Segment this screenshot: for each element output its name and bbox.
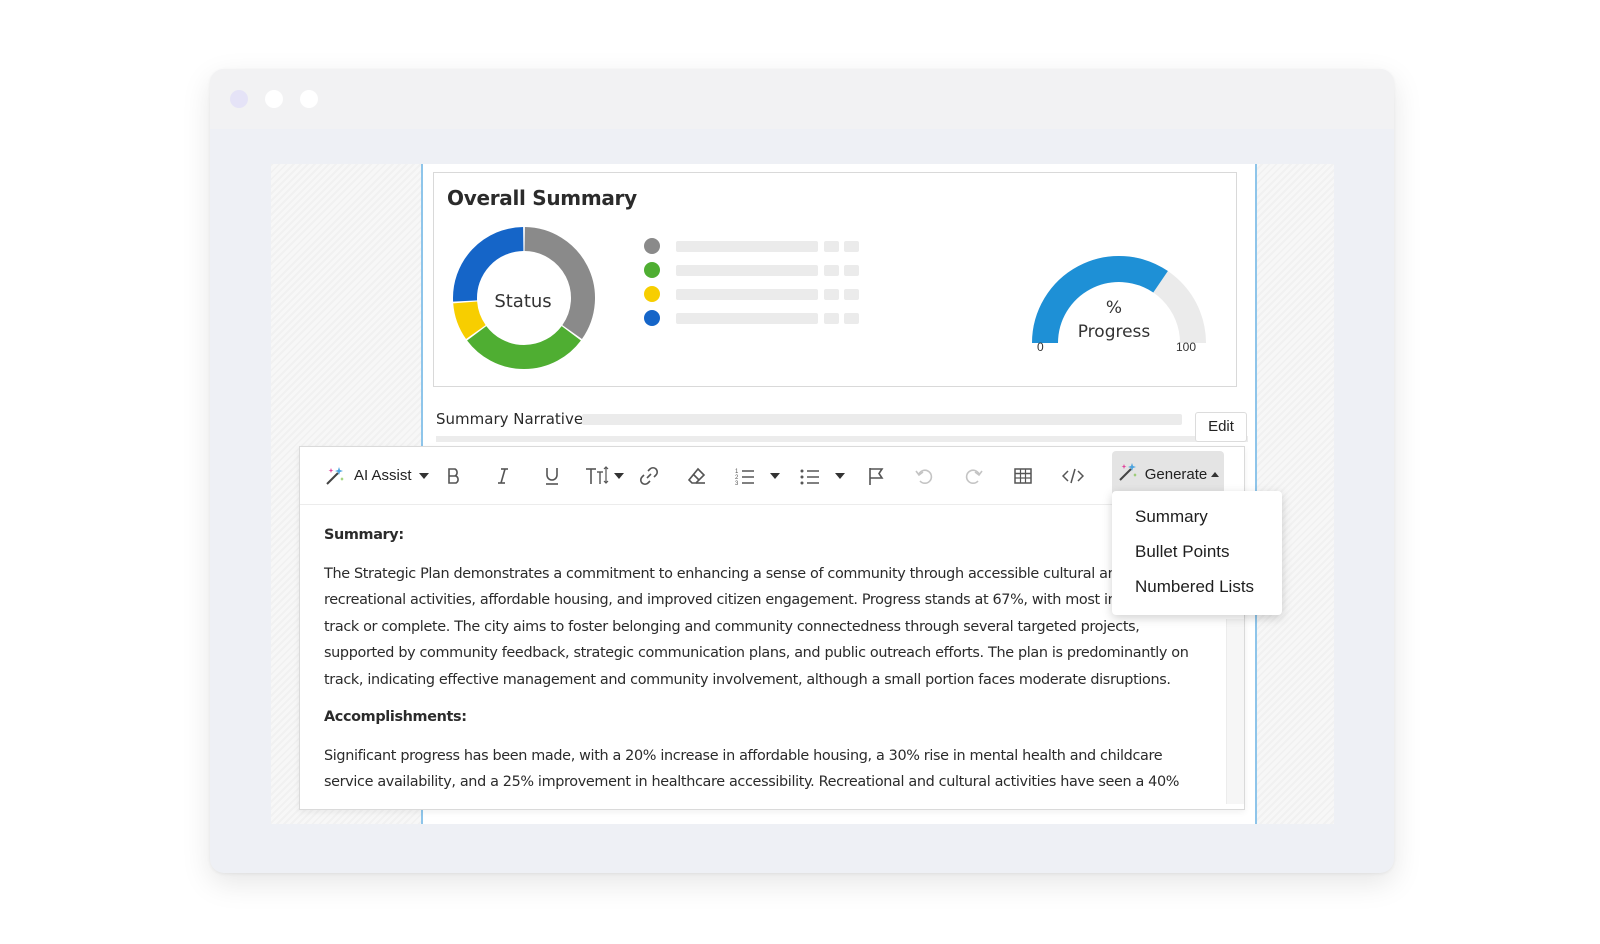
legend-item: [644, 235, 884, 259]
undo-button[interactable]: [914, 447, 934, 504]
window-close-dot[interactable]: [230, 90, 248, 108]
underline-icon: [542, 466, 562, 486]
text-line: Significant progress has been made, with…: [324, 747, 1163, 764]
legend-placeholder-chip: [824, 265, 839, 276]
editor-scrollbar[interactable]: [1226, 619, 1244, 804]
gauge-max-label: 100: [1176, 340, 1197, 354]
text-line: recreational activities, affordable hous…: [324, 592, 1192, 608]
legend-swatch: [644, 310, 660, 326]
magic-wand-icon: [324, 465, 346, 487]
flag-icon: [866, 466, 886, 486]
legend-placeholder-chip: [824, 313, 839, 324]
gauge-label: % Progress: [1059, 296, 1169, 344]
chevron-down-icon: [418, 472, 429, 479]
legend-placeholder-chip: [844, 241, 859, 252]
text-size-button[interactable]: [585, 447, 624, 504]
gauge-percent-symbol: %: [1105, 298, 1123, 318]
legend-placeholder-chip: [844, 289, 859, 300]
legend-swatch: [644, 262, 660, 278]
status-legend: [644, 235, 884, 331]
redo-button[interactable]: [964, 447, 984, 504]
ai-assist-button[interactable]: AI Assist: [324, 447, 429, 504]
legend-placeholder-bar: [676, 313, 818, 324]
edit-button[interactable]: Edit: [1195, 412, 1247, 442]
donut-center-label: Status: [494, 291, 552, 312]
bullet-list-icon: [799, 466, 821, 486]
legend-item: [644, 307, 884, 331]
magic-wand-icon: [1117, 461, 1139, 487]
chevron-down-icon: [614, 472, 624, 479]
card-title: Overall Summary: [447, 186, 637, 210]
link-icon: [639, 466, 659, 486]
legend-placeholder-chip: [824, 241, 839, 252]
gauge-progress-text: Progress: [1077, 322, 1151, 342]
code-icon: [1062, 466, 1084, 486]
text-line: supported by community feedback, strateg…: [324, 645, 1189, 661]
underline-button[interactable]: [542, 447, 562, 504]
window-minimize-dot[interactable]: [265, 90, 283, 108]
legend-placeholder-chip: [844, 313, 859, 324]
numbered-list-icon: 123: [734, 466, 756, 486]
narrative-placeholder-bar-2: [436, 436, 1248, 442]
table-icon: [1013, 466, 1033, 486]
text-line: The Strategic Plan demonstrates a commit…: [324, 565, 1126, 582]
italic-button[interactable]: [493, 447, 513, 504]
table-button[interactable]: [1013, 447, 1033, 504]
legend-placeholder-bar: [676, 289, 818, 300]
legend-placeholder-bar: [676, 241, 818, 252]
flag-button[interactable]: [866, 447, 886, 504]
legend-placeholder-chip: [844, 265, 859, 276]
code-view-button[interactable]: [1062, 447, 1084, 504]
text-size-icon: [585, 465, 611, 486]
text-line: track, indicating effective management a…: [324, 671, 1171, 688]
redo-icon: [964, 466, 984, 486]
clear-format-button[interactable]: [687, 447, 707, 504]
legend-swatch: [644, 238, 660, 254]
bold-icon: [444, 466, 464, 486]
donut-segment-3: [453, 300, 486, 340]
rich-text-editor[interactable]: AI Assist 123 Generate Summary: The Stra…: [299, 446, 1245, 810]
accomplishments-paragraph: Significant progress has been made, with…: [324, 743, 1204, 796]
numbered-list-button[interactable]: 123: [734, 447, 780, 504]
undo-icon: [914, 466, 934, 486]
legend-placeholder-chip: [824, 289, 839, 300]
menu-item-numbered-lists[interactable]: Numbered Lists: [1135, 574, 1254, 600]
legend-swatch: [644, 286, 660, 302]
text-line: service availability, and a 25% improvem…: [324, 774, 1180, 790]
chevron-down-icon: [835, 472, 845, 479]
legend-item: [644, 283, 884, 307]
summary-narrative-label: Summary Narrative: [436, 410, 584, 428]
link-button[interactable]: [639, 447, 659, 504]
gauge-min-label: 0: [1037, 340, 1044, 354]
window-maximize-dot[interactable]: [300, 90, 318, 108]
overall-summary-card: Overall Summary Status % Progress 0 100: [433, 172, 1237, 387]
generate-dropdown-menu: Summary Bullet Points Numbered Lists: [1112, 491, 1282, 615]
eraser-icon: [687, 466, 707, 486]
italic-icon: [493, 466, 513, 486]
chevron-up-icon: [1211, 471, 1220, 477]
legend-item: [644, 259, 884, 283]
summary-heading: Summary:: [324, 527, 404, 543]
legend-placeholder-bar: [676, 265, 818, 276]
svg-text:3: 3: [735, 481, 739, 486]
generate-label: Generate: [1144, 465, 1208, 483]
summary-paragraph: The Strategic Plan demonstrates a commit…: [324, 561, 1204, 694]
donut-segment-1: [524, 227, 595, 340]
donut-segment-2: [467, 325, 581, 369]
ai-assist-label: AI Assist: [354, 467, 412, 484]
bullet-list-button[interactable]: [799, 447, 845, 504]
window-titlebar: [210, 69, 1394, 129]
bold-button[interactable]: [444, 447, 464, 504]
text-line: track or complete. The city aims to fost…: [324, 618, 1140, 635]
accomplishments-heading: Accomplishments:: [324, 709, 467, 725]
editor-toolbar: AI Assist 123 Generate: [300, 447, 1244, 505]
editor-content[interactable]: Summary: The Strategic Plan demonstrates…: [324, 522, 1204, 807]
chevron-down-icon: [770, 472, 780, 479]
menu-item-bullet-points[interactable]: Bullet Points: [1135, 539, 1230, 565]
narrative-placeholder-bar: [582, 414, 1182, 425]
menu-item-summary[interactable]: Summary: [1135, 504, 1208, 530]
